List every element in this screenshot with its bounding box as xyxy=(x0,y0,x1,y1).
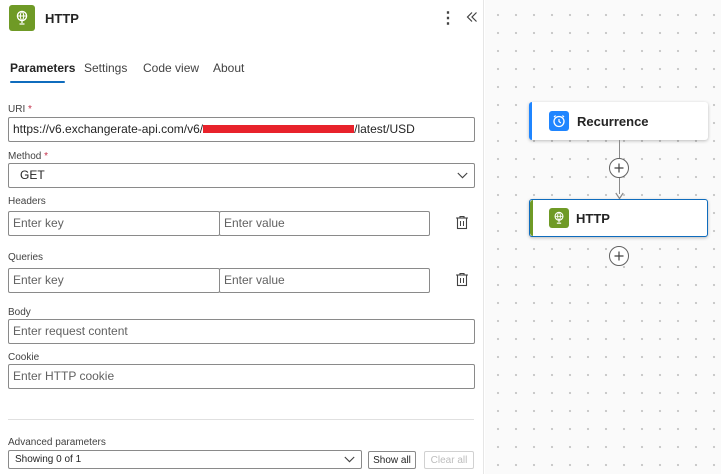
delete-icon[interactable] xyxy=(455,272,471,290)
add-step-icon[interactable] xyxy=(609,246,629,266)
queries-key-input[interactable]: Enter key xyxy=(8,268,220,293)
advanced-parameters-select[interactable]: Showing 0 of 1 xyxy=(8,450,362,469)
chevron-down-icon xyxy=(456,167,468,184)
advanced-parameters-label: Advanced parameters xyxy=(8,437,106,448)
body-input[interactable]: Enter request content xyxy=(8,319,475,344)
http-action-panel: HTTP ⋮ Parameters Settings Code view Abo… xyxy=(0,0,484,474)
tab-parameters[interactable]: Parameters xyxy=(10,61,75,75)
cookie-label: Cookie xyxy=(8,352,40,363)
globe-icon xyxy=(9,5,35,31)
globe-icon xyxy=(549,208,569,228)
double-chevron-left-icon[interactable] xyxy=(463,7,481,27)
tab-settings[interactable]: Settings xyxy=(84,61,127,75)
show-all-button[interactable]: Show all xyxy=(368,451,416,469)
body-label: Body xyxy=(8,307,31,318)
node-accent xyxy=(530,200,533,236)
divider xyxy=(8,419,474,420)
arrow-down-icon xyxy=(615,189,624,200)
method-select[interactable]: GET xyxy=(8,163,475,188)
tab-list: Parameters Settings Code view About xyxy=(0,56,484,86)
uri-value-suffix: /latest/USD xyxy=(354,122,415,136)
clear-all-button[interactable]: Clear all xyxy=(424,451,474,469)
queries-label: Queries xyxy=(8,252,44,263)
tab-about[interactable]: About xyxy=(213,61,244,75)
active-tab-indicator xyxy=(10,81,65,83)
node-title: HTTP xyxy=(576,211,610,226)
designer-canvas[interactable]: Recurrence HTTP xyxy=(485,0,721,474)
http-node[interactable]: HTTP xyxy=(529,199,708,237)
redaction-mark xyxy=(203,124,355,133)
recurrence-node[interactable]: Recurrence xyxy=(529,102,708,140)
uri-label: URI * xyxy=(8,104,32,115)
method-value: GET xyxy=(20,168,45,182)
panel-title: HTTP xyxy=(45,11,79,26)
node-accent xyxy=(529,102,532,140)
alarm-clock-icon xyxy=(549,111,569,131)
tab-code-view[interactable]: Code view xyxy=(143,61,199,75)
delete-icon[interactable] xyxy=(455,215,471,233)
panel-header: HTTP ⋮ xyxy=(0,0,484,40)
uri-value-prefix: https://v6.exchangerate-api.com/v6/ xyxy=(13,122,204,136)
more-vertical-icon[interactable]: ⋮ xyxy=(440,9,456,27)
add-step-icon[interactable] xyxy=(609,158,629,178)
queries-value-input[interactable]: Enter value xyxy=(219,268,430,293)
cookie-input[interactable]: Enter HTTP cookie xyxy=(8,364,475,389)
chevron-down-icon xyxy=(343,451,355,468)
uri-input[interactable]: https://v6.exchangerate-api.com/v6/ /late… xyxy=(8,117,475,142)
headers-value-input[interactable]: Enter value xyxy=(219,211,430,236)
headers-label: Headers xyxy=(8,196,46,207)
headers-key-input[interactable]: Enter key xyxy=(8,211,220,236)
method-label: Method * xyxy=(8,151,49,162)
connector-line xyxy=(619,140,620,158)
node-title: Recurrence xyxy=(577,114,649,129)
